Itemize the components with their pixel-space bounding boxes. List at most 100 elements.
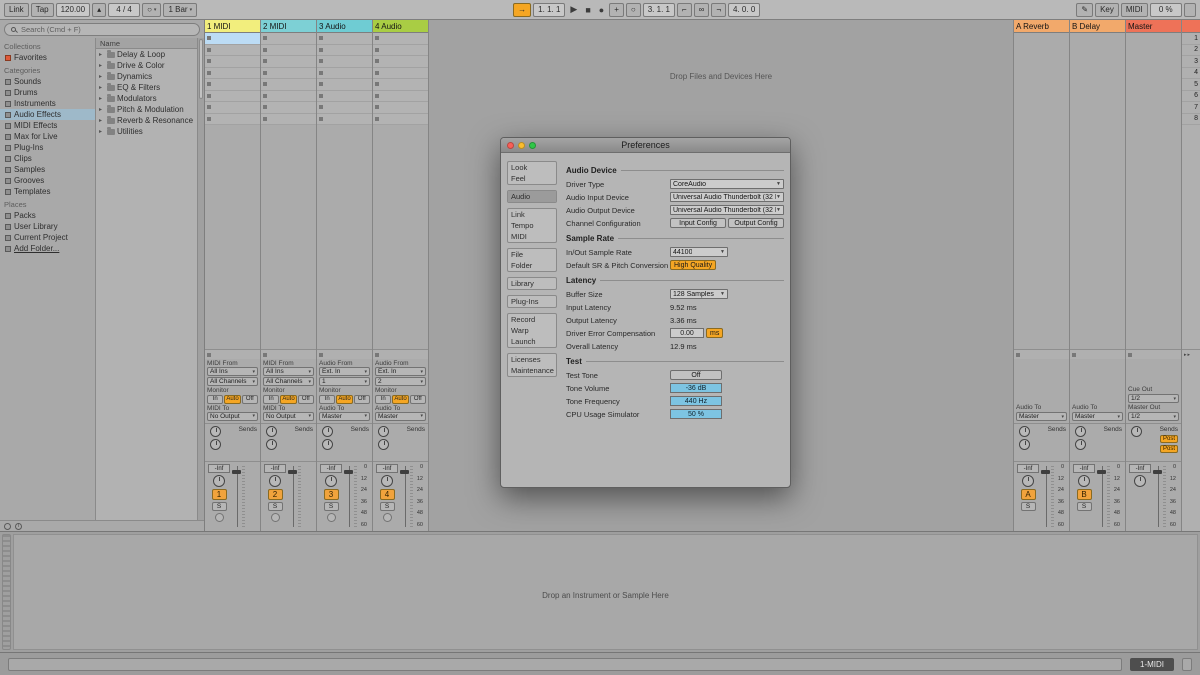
output-type-chooser[interactable]: Master▾ [1072,412,1123,421]
prefs-tab-look[interactable]: Look [508,162,556,173]
volume-display[interactable]: -Inf [1129,464,1151,473]
folder-list-header[interactable]: Name [96,38,197,49]
sidebar-item-favorites[interactable]: Favorites [0,52,95,63]
send-a-knob[interactable] [266,426,277,437]
sidebar-item-add-folder[interactable]: Add Folder... [0,243,95,254]
clip-slot[interactable] [373,102,428,114]
volume-display[interactable]: -Inf [1017,464,1039,473]
clip-slot[interactable] [205,56,260,68]
send-b-knob[interactable] [266,439,277,450]
clip-slot[interactable] [261,91,316,103]
prefs-tab-record[interactable]: Record [508,314,556,325]
arm-button[interactable] [271,513,280,522]
prefs-tab-tempo[interactable]: Tempo [508,220,556,231]
output-type-chooser[interactable]: Master▾ [1016,412,1067,421]
track-header[interactable]: 2 MIDI [261,20,316,33]
folder-item-pitch-modulation[interactable]: ▸Pitch & Modulation [96,104,197,115]
volume-fader[interactable] [400,464,409,529]
hotswap-icon[interactable] [4,523,11,530]
volume-display[interactable]: -Inf [208,464,230,473]
time-signature-display[interactable]: 4 / 4 [108,3,140,17]
clip-slot[interactable] [373,114,428,126]
volume-fader[interactable] [232,464,241,529]
monitor-auto-button[interactable]: Auto [224,395,240,404]
fader-thumb[interactable] [1097,470,1106,474]
input-config-button[interactable]: Input Config [670,218,726,228]
clip-slot[interactable] [205,68,260,80]
clip-slot[interactable] [317,45,372,57]
record-button[interactable]: ● [596,5,607,15]
send-b-knob[interactable] [210,439,221,450]
monitor-in-button[interactable]: In [207,395,223,404]
output-chooser[interactable]: 1/2▾ [1128,412,1179,421]
folder-item-modulators[interactable]: ▸Modulators [96,93,197,104]
post-toggle-a[interactable]: Post [1160,435,1178,443]
clip-stop-button-row[interactable] [373,349,428,359]
clip-slot[interactable] [317,56,372,68]
track-header[interactable]: 4 Audio [373,20,428,33]
clip-stop-button-row[interactable] [317,349,372,359]
clip-slot[interactable] [205,102,260,114]
monitor-auto-button[interactable]: Auto [280,395,296,404]
sidebar-item-grooves[interactable]: Grooves [0,175,95,186]
pan-knob[interactable] [269,475,281,487]
output-type-chooser[interactable]: No Output▾ [263,412,314,421]
prefs-tab-library[interactable]: Library [508,278,556,289]
clip-slot[interactable] [205,33,260,45]
tempo-display[interactable]: 120.00 [56,3,90,17]
midi-map-button[interactable]: MIDI [1121,3,1148,17]
scene-slot-6[interactable]: 6 [1182,91,1200,103]
cpu-usage-simulator-slider[interactable]: 50 % [670,409,722,419]
quantization-menu[interactable]: 1 Bar▾ [163,3,197,17]
scene-slot-8[interactable]: 8 [1182,114,1200,126]
scene-slot-7[interactable]: 7 [1182,102,1200,114]
input-channel-chooser[interactable]: 1▾ [319,377,370,386]
monitor-in-button[interactable]: In [263,395,279,404]
clip-slot[interactable] [373,68,428,80]
track-header[interactable]: Master [1126,20,1181,33]
volume-fader[interactable] [1153,464,1162,529]
clip-slot[interactable] [261,56,316,68]
clip-slot[interactable] [205,45,260,57]
sidebar-item-user-library[interactable]: User Library [0,221,95,232]
volume-display[interactable]: -Inf [376,464,398,473]
clip-stop-button-row[interactable] [261,349,316,359]
post-toggle-b[interactable]: Post [1160,445,1178,453]
clip-stop-button-row[interactable] [1070,349,1125,359]
link-button[interactable]: Link [4,3,29,17]
device-drop-area[interactable]: Drop an Instrument or Sample Here [13,534,1198,650]
info-icon[interactable]: i [15,523,22,530]
output-config-button[interactable]: Output Config [728,218,784,228]
arm-button[interactable] [383,513,392,522]
prefs-tab-launch[interactable]: Launch [508,336,556,347]
input-type-chooser[interactable]: Ext. In▾ [319,367,370,376]
draw-mode-button[interactable]: ✎ [1076,3,1093,17]
sidebar-item-midi-effects[interactable]: MIDI Effects [0,120,95,131]
sidebar-item-templates[interactable]: Templates [0,186,95,197]
loop-start-display[interactable]: 3. 1. 1 [643,3,675,17]
send-a-knob[interactable] [210,426,221,437]
clip-stop-button-row[interactable] [205,349,260,359]
metronome-button[interactable]: ▴ [92,3,106,17]
clip-slot[interactable] [373,45,428,57]
pan-knob[interactable] [381,475,393,487]
solo-button[interactable]: S [212,502,227,511]
clip-slot[interactable] [261,114,316,126]
search-input[interactable]: Search (Cmd + F) [4,23,200,36]
volume-fader[interactable] [344,464,353,529]
track-activator[interactable]: 2 [268,489,283,500]
preferences-titlebar[interactable]: Preferences [501,138,790,153]
clip-slot[interactable] [317,91,372,103]
sidebar-item-plug-ins[interactable]: Plug-Ins [0,142,95,153]
cue-volume-knob[interactable] [1131,426,1142,437]
prefs-tab-plug-ins[interactable]: Plug-Ins [508,296,556,307]
volume-display[interactable]: -Inf [264,464,286,473]
prefs-tab-maintenance[interactable]: Maintenance [508,365,556,376]
prefs-tab-midi[interactable]: MIDI [508,231,556,242]
send-b-knob[interactable] [378,439,389,450]
scene-slot-4[interactable]: 4 [1182,68,1200,80]
clip-slot[interactable] [261,102,316,114]
pan-knob[interactable] [325,475,337,487]
folder-item-delay-loop[interactable]: ▸Delay & Loop [96,49,197,60]
output-type-chooser[interactable]: Master▾ [319,412,370,421]
